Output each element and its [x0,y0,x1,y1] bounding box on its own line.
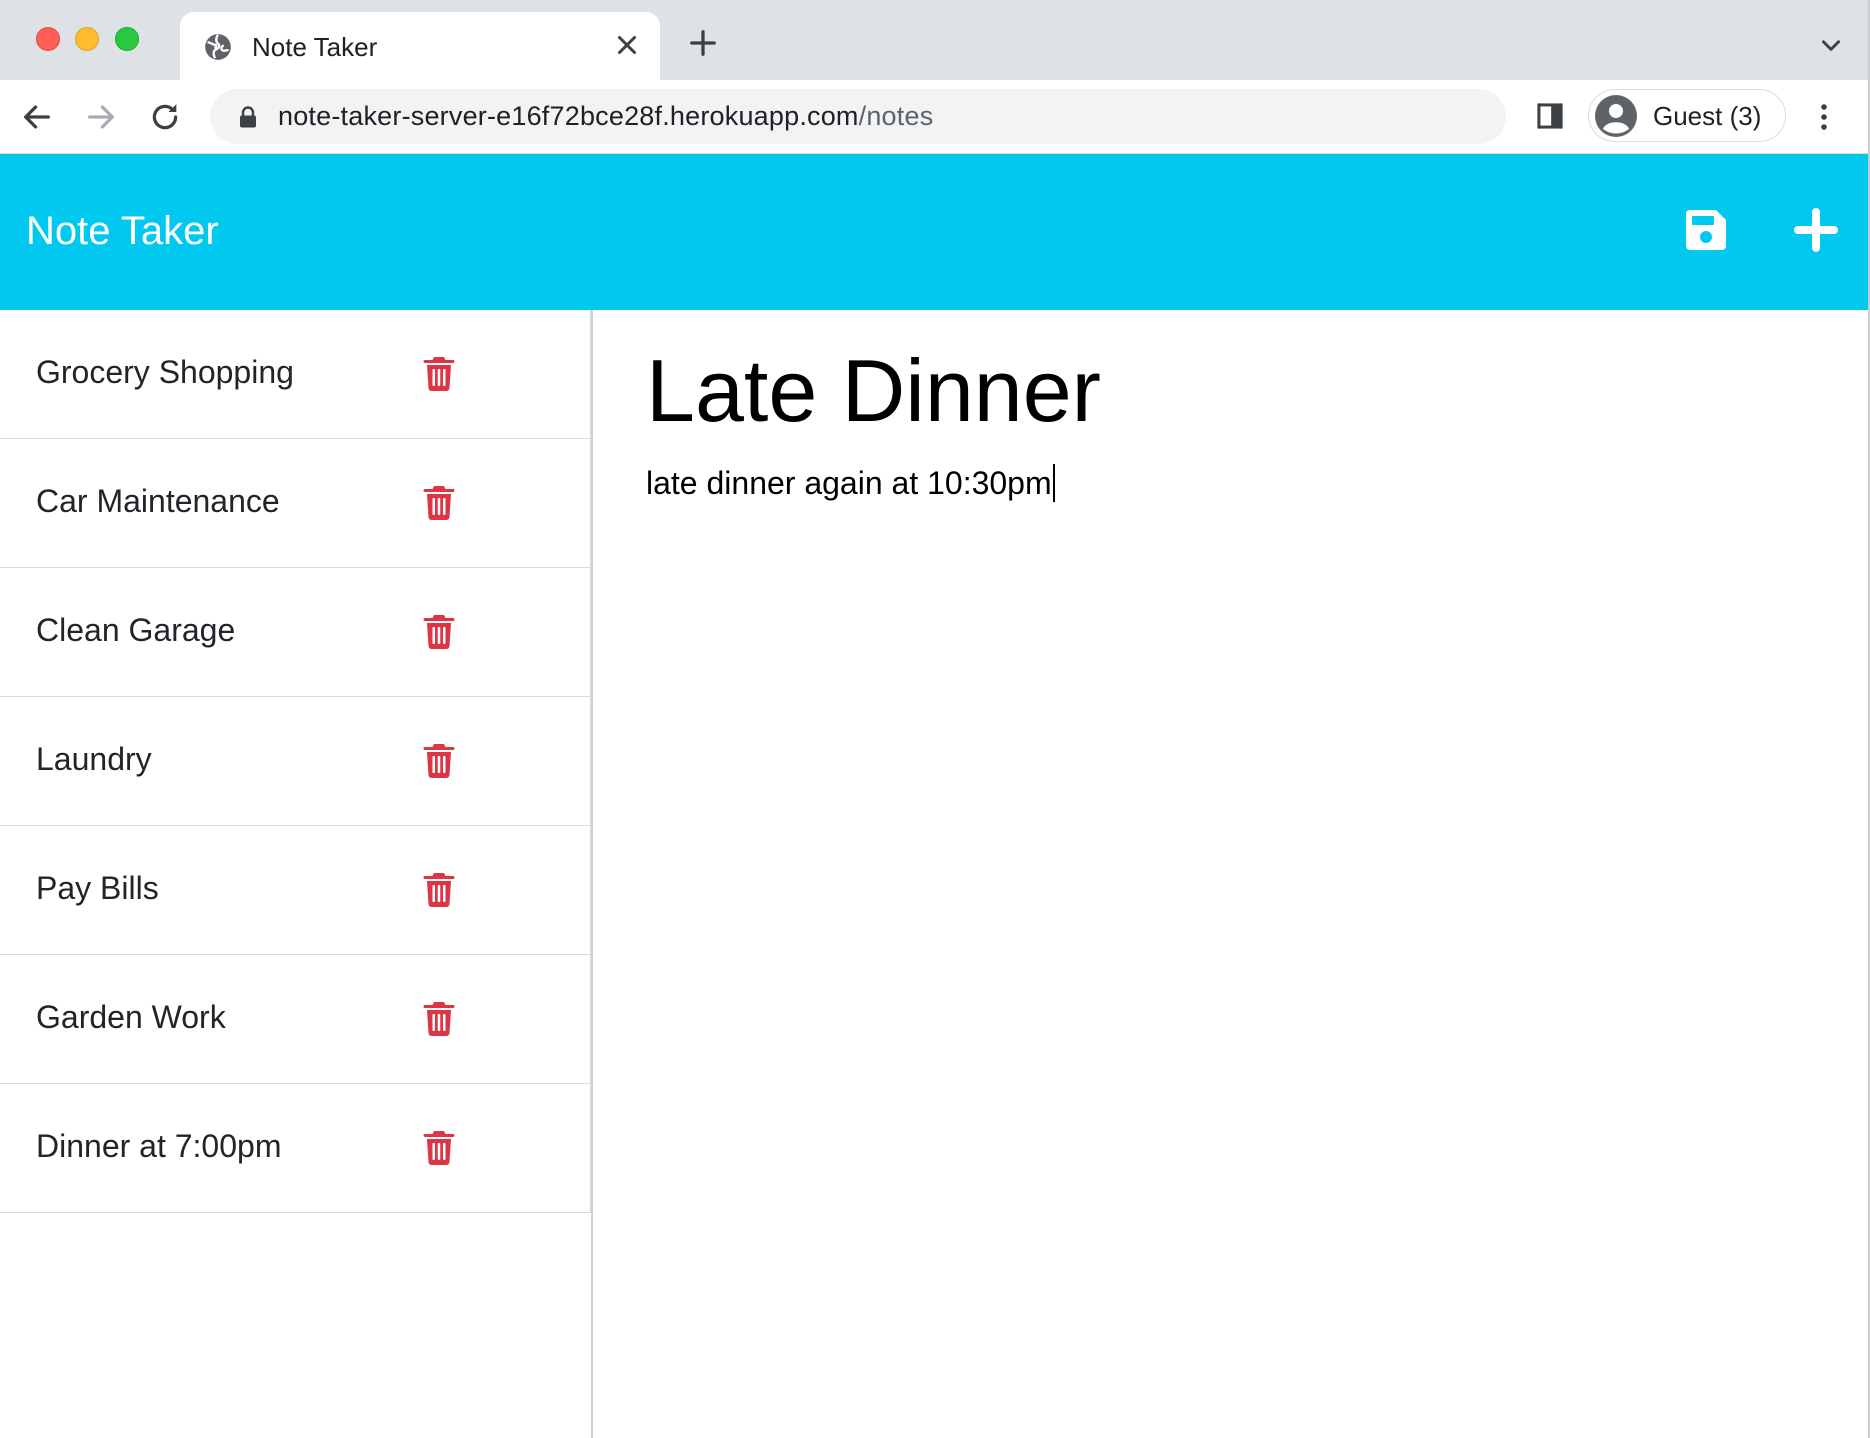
new-tab-button[interactable] [688,28,718,58]
note-list-item[interactable]: Pay Bills [0,826,591,955]
note-text-area[interactable]: late dinner again at 10:30pm [646,463,1055,505]
avatar-icon [1595,95,1637,137]
forward-arrow-icon[interactable] [84,100,118,134]
note-item-title: Grocery Shopping [36,354,294,390]
note-item-title: Garden Work [36,999,226,1035]
trash-icon[interactable] [423,355,455,391]
note-list-item[interactable]: Grocery Shopping [0,310,591,439]
url-path: /notes [858,101,934,131]
close-icon[interactable] [612,30,642,60]
window-minimize-button[interactable] [75,27,99,51]
note-item-title: Laundry [36,741,152,777]
plus-icon[interactable] [1794,208,1838,252]
note-item-title: Car Maintenance [36,483,280,519]
lock-icon[interactable] [238,106,258,128]
trash-icon[interactable] [423,484,455,520]
trash-icon[interactable] [423,1000,455,1036]
app-brand[interactable]: Note Taker [26,209,219,254]
note-text: late dinner again at 10:30pm [646,465,1052,501]
note-item-title: Pay Bills [36,870,159,906]
url-text[interactable]: note-taker-server-e16f72bce28f.herokuapp… [278,101,933,132]
reload-icon[interactable] [148,100,182,134]
window-maximize-button[interactable] [115,27,139,51]
trash-icon[interactable] [423,613,455,649]
note-list-item[interactable]: Dinner at 7:00pm [0,1084,591,1213]
note-list-item[interactable]: Laundry [0,697,591,826]
back-arrow-icon[interactable] [20,100,54,134]
notes-sidebar: Grocery Shopping Car Maintenance Clean Gar… [0,310,593,1438]
address-bar[interactable]: note-taker-server-e16f72bce28f.herokuapp… [210,89,1506,144]
note-item-title: Dinner at 7:00pm [36,1128,282,1164]
tab-title: Note Taker [252,32,378,62]
profile-label: Guest (3) [1653,101,1762,131]
trash-icon[interactable] [423,1129,455,1165]
note-title-input[interactable]: Late Dinner [646,338,1796,444]
profile-button[interactable]: Guest (3) [1588,89,1786,142]
window-close-button[interactable] [36,27,60,51]
browser-toolbar: note-taker-server-e16f72bce28f.herokuapp… [0,80,1870,154]
chevron-down-icon[interactable] [1818,32,1844,58]
trash-icon[interactable] [423,742,455,778]
app-navbar: Note Taker [0,154,1870,310]
note-editor: Late Dinner late dinner again at 10:30pm [596,310,1870,1438]
trash-icon[interactable] [423,871,455,907]
more-vert-icon[interactable] [1812,100,1836,134]
url-host: note-taker-server-e16f72bce28f.herokuapp… [278,101,859,131]
browser-tab-strip: Note Taker [0,0,1870,80]
globe-icon [205,34,231,60]
note-item-title: Clean Garage [36,612,236,648]
text-caret [1052,463,1055,502]
save-icon[interactable] [1684,208,1728,252]
browser-tab[interactable]: Note Taker [180,12,660,80]
note-list-item[interactable]: Clean Garage [0,568,591,697]
note-list-item[interactable]: Car Maintenance [0,439,591,568]
note-list-item[interactable]: Garden Work [0,955,591,1084]
note-list: Grocery Shopping Car Maintenance Clean Gar… [0,310,591,1213]
side-panel-icon[interactable] [1536,102,1564,130]
